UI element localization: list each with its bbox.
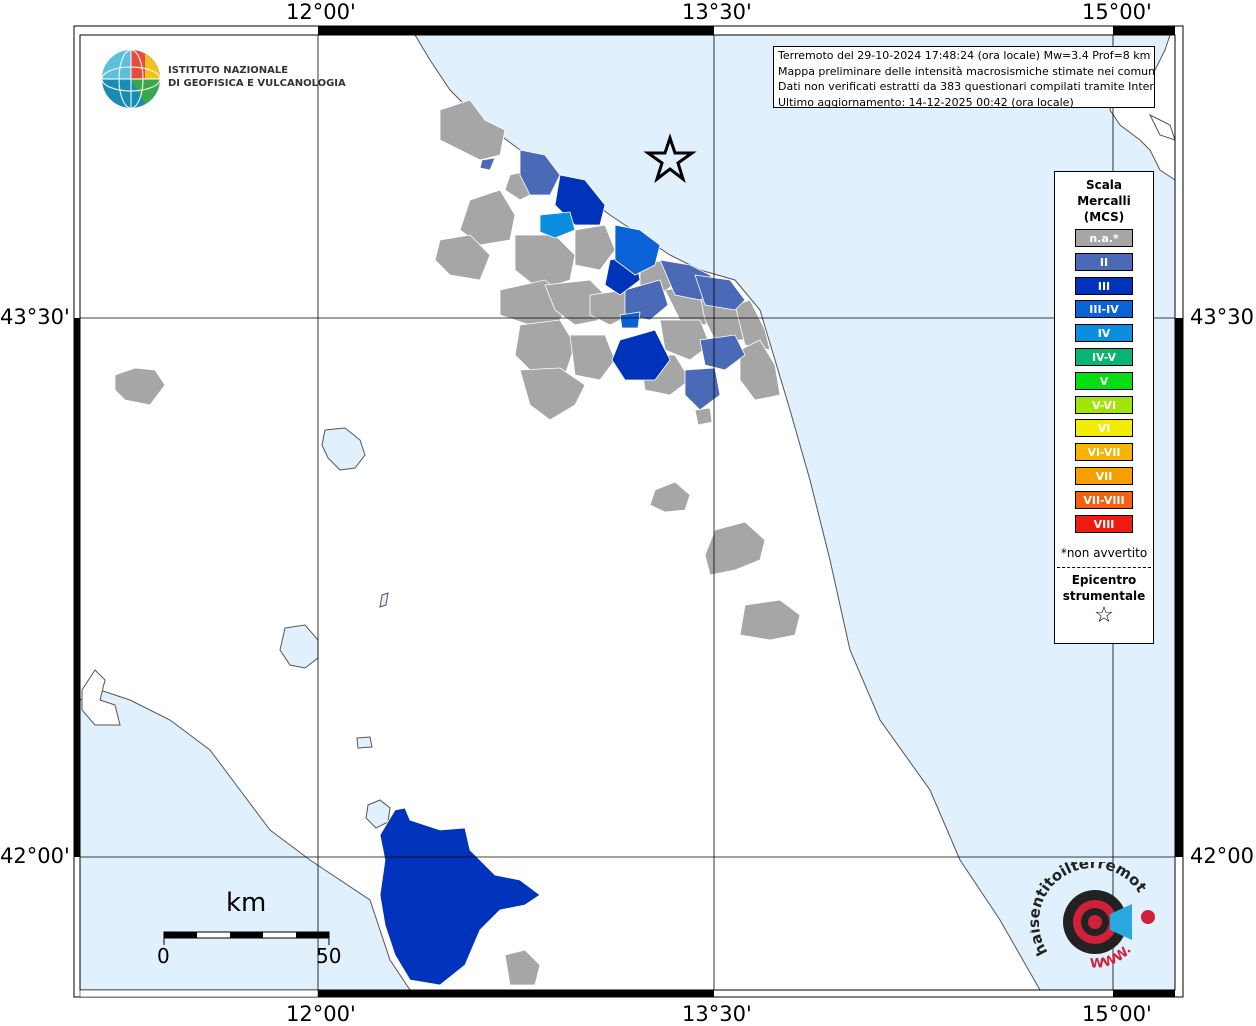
tick-right-1: 43°30' [1190,305,1256,329]
legend-item: V-VI [1075,395,1133,414]
tick-top-1: 12°00' [286,0,356,24]
haisentito-logo: haisentitoilterremoto.it WWW. [1025,848,1160,977]
legend-divider [1057,567,1151,568]
scale-unit: km [226,888,267,918]
legend-item: VI-VII [1075,443,1133,462]
tick-left-2: 42°00' [0,844,70,868]
haisentito-target-icon: haisentitoilterremoto.it WWW. [1025,848,1155,972]
tick-left-1: 43°30' [0,305,70,329]
lake-small [356,736,373,749]
info-line-4: Ultimo aggiornamento: 14-12-2025 00:42 (… [778,95,1074,108]
tick-bottom-1: 12°00' [286,1002,356,1026]
legend-item: V [1075,371,1133,390]
tick-top-3: 15°00' [1082,0,1152,24]
legend-item: II [1075,252,1133,271]
legend-item: III-IV [1075,300,1133,319]
scale-max: 50 [316,944,342,968]
logo-line2: DI GEOFISICA E VULCANOLOGIA [168,78,346,89]
ingv-globe-icon [101,49,161,109]
legend-title-1: Scala [1085,178,1123,192]
legend-item: III [1075,276,1133,295]
legend-item: VI [1075,419,1133,438]
tick-bottom-2: 13°30' [682,1002,752,1026]
legend-note: *non avvertito [1060,546,1148,560]
tick-bottom-3: 15°00' [1082,1002,1152,1026]
info-line-3: Dati non verificati estratti da 383 ques… [778,80,1155,93]
info-line-1: Terremoto del 29-10-2024 17:48:24 (ora l… [778,49,1151,62]
tick-top-2: 13°30' [682,0,752,24]
logo-line1: ISTITUTO NAZIONALE [168,65,289,76]
legend-epicentre-2: strumentale [1062,589,1146,603]
legend-title-2: Mercalli [1077,194,1131,208]
legend-item: IV-V [1075,348,1133,366]
legend-star-icon: ☆ [1094,603,1114,628]
ingv-logo: ISTITUTO NAZIONALE DI GEOFISICA E VULCAN… [100,46,346,112]
legend-epicentre-1: Epicentro [1071,573,1137,587]
legend-item: n.a.* [1075,229,1133,247]
intensity-legend: Scala Mercalli (MCS) n.a.* II III III-IV IV I… [1054,171,1154,644]
legend-item: IV [1075,324,1133,343]
info-line-2: Mappa preliminare delle intensità macros… [778,64,1155,78]
legend-item: VIII [1075,514,1133,533]
legend-title-3: (MCS) [1083,210,1125,224]
event-info-box: Terremoto del 29-10-2024 17:48:24 (ora l… [773,46,1155,108]
scale-min: 0 [157,944,170,968]
legend-item: VII [1075,467,1133,485]
tick-right-2: 42°00' [1190,844,1256,868]
legend-item: VII-VIII [1075,490,1133,509]
